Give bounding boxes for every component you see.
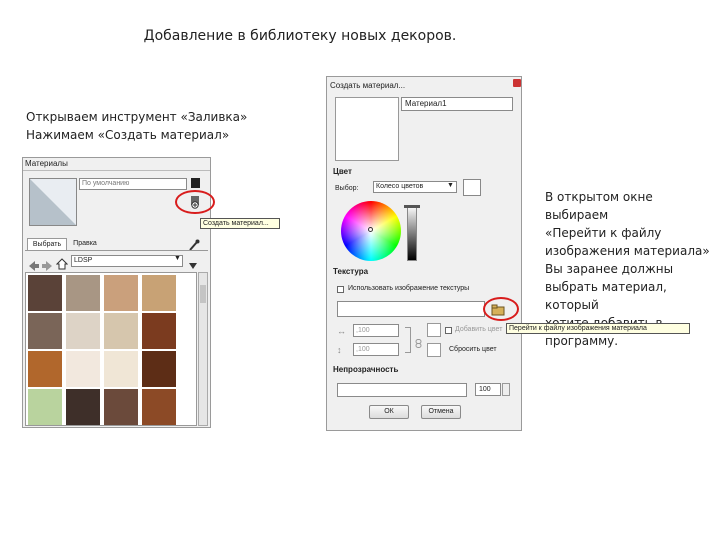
picker-label: Выбор:	[335, 185, 359, 192]
opacity-slider[interactable]	[337, 383, 467, 397]
chevron-down-icon: ▼	[174, 255, 181, 262]
reset-color-swatch	[427, 343, 441, 357]
create-material-tooltip: Создать материал...	[200, 218, 280, 229]
materials-window: Материалы По умолчанию Создать материал.…	[22, 157, 280, 428]
texture-thumbnail	[427, 323, 441, 337]
material-swatch[interactable]	[104, 389, 138, 425]
create-material-window-title: Создать материал...	[330, 81, 406, 90]
instruction-line: Нажимаем «Создать материал»	[26, 128, 230, 142]
slide-title: Добавление в библиотеку новых декоров.	[143, 28, 457, 44]
create-material-window: Создать материал... Материал1 Цвет Выбор…	[326, 76, 690, 431]
arrow-right-icon	[42, 261, 52, 271]
texture-file-field[interactable]	[337, 301, 485, 317]
use-texture-checkbox[interactable]	[337, 286, 344, 293]
material-swatch[interactable]	[142, 275, 176, 311]
swatch-scrollbar[interactable]	[198, 272, 208, 426]
opacity-spinner[interactable]	[502, 383, 510, 396]
texture-section-label: Текстура	[333, 267, 369, 276]
details-arrow-icon	[189, 263, 197, 269]
title-divider	[23, 170, 210, 171]
material-swatch[interactable]	[28, 351, 62, 387]
material-swatch[interactable]	[28, 313, 62, 349]
brightness-slider-handle[interactable]	[404, 205, 420, 208]
home-icon	[55, 258, 69, 270]
brightness-slider[interactable]	[407, 205, 417, 261]
material-swatch[interactable]	[66, 275, 100, 311]
instruction-line: «Перейти к файлу	[545, 226, 662, 240]
instruction-line: изображения материала»	[545, 244, 710, 258]
new-material-preview	[335, 97, 399, 161]
instruction-line: Открываем инструмент «Заливка»	[26, 110, 248, 124]
colorize-checkbox[interactable]	[445, 327, 452, 334]
chevron-down-icon: ▼	[447, 182, 454, 189]
instruction-line: Вы заранее должны	[545, 262, 674, 276]
preview-swatch	[30, 179, 76, 225]
instruction-line: В открытом окне выбираем	[545, 190, 653, 222]
browse-texture-tooltip: Перейти к файлу изображения материала	[506, 323, 690, 334]
material-swatch[interactable]	[66, 389, 100, 425]
ok-button[interactable]: ОК	[369, 405, 409, 419]
colorize-label: Добавить цвет	[455, 326, 503, 333]
reset-color-button[interactable]: Сбросить цвет	[449, 346, 497, 353]
size-link-bracket	[405, 327, 411, 353]
material-name-field[interactable]: По умолчанию	[79, 178, 187, 190]
scrollbar-thumb[interactable]	[200, 285, 206, 303]
highlight-ring	[175, 190, 215, 214]
new-material-name-field[interactable]: Материал1	[401, 97, 513, 111]
current-color-swatch	[463, 179, 481, 196]
color-wheel-cursor[interactable]	[368, 227, 373, 232]
texture-height-field[interactable]: ,100	[353, 343, 399, 356]
details-button[interactable]	[187, 256, 201, 269]
close-icon[interactable]	[513, 79, 521, 87]
texture-width-field[interactable]: ,100	[353, 324, 399, 337]
arrow-left-icon	[29, 261, 39, 271]
instruction-line: программу.	[545, 334, 619, 348]
material-preview	[29, 178, 77, 226]
material-swatch[interactable]	[142, 389, 176, 425]
material-swatch[interactable]	[66, 313, 100, 349]
material-swatch[interactable]	[142, 351, 176, 387]
material-swatch[interactable]	[104, 313, 138, 349]
left-instructions: Открываем инструмент «Заливка» Нажимаем …	[26, 108, 247, 144]
chain-link-icon	[415, 339, 422, 348]
use-texture-label: Использовать изображение текстуры	[348, 285, 470, 292]
opacity-section-label: Непрозрачность	[333, 365, 399, 374]
material-swatch-grid	[25, 272, 197, 426]
material-swatch[interactable]	[142, 313, 176, 349]
back-button[interactable]	[29, 256, 39, 271]
tab-edit[interactable]: Правка	[67, 239, 103, 249]
collection-select[interactable]: LDSP	[71, 255, 183, 267]
tab-divider	[25, 250, 208, 251]
color-picker-select[interactable]: Колесо цветов	[373, 181, 457, 193]
material-swatch[interactable]	[104, 351, 138, 387]
width-icon: ↔	[337, 326, 346, 336]
materials-window-title: Материалы	[25, 159, 68, 168]
tab-select[interactable]: Выбрать	[27, 238, 67, 250]
opacity-value-field[interactable]: 100	[475, 383, 501, 396]
home-button[interactable]	[55, 255, 69, 270]
instruction-line: выбрать материал, который	[545, 280, 667, 312]
height-icon: ↕	[337, 345, 342, 355]
cancel-button[interactable]: Отмена	[421, 405, 461, 419]
lock-aspect-button[interactable]	[415, 333, 422, 348]
color-section-label: Цвет	[333, 167, 352, 176]
material-swatch[interactable]	[28, 389, 62, 425]
material-swatch[interactable]	[28, 275, 62, 311]
forward-button[interactable]	[42, 256, 52, 271]
display-toggle-icon[interactable]	[191, 178, 200, 188]
eyedropper-button[interactable]	[188, 236, 200, 251]
color-wheel[interactable]	[341, 201, 401, 261]
material-swatch[interactable]	[66, 351, 100, 387]
highlight-ring	[483, 297, 519, 321]
material-swatch[interactable]	[104, 275, 138, 311]
